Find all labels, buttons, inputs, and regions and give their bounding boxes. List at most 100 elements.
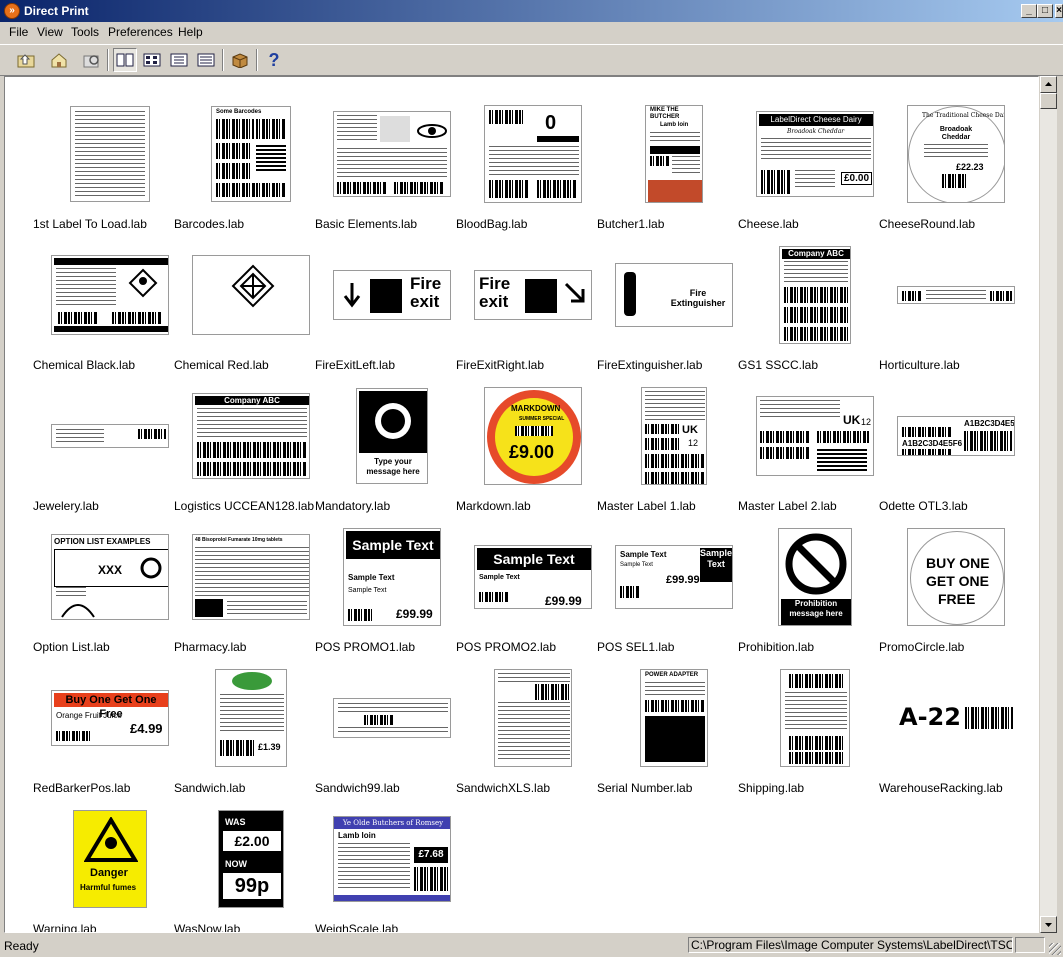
label-file-name: POS PROMO2.lab bbox=[456, 640, 557, 654]
menu-preferences[interactable]: Preferences bbox=[108, 25, 173, 39]
folder-search-icon bbox=[83, 55, 99, 68]
status-text: Ready bbox=[4, 939, 39, 953]
label-file-item[interactable]: MIKE THE BUTCHER Lamb loin Butcher1.lab bbox=[595, 95, 736, 236]
label-preview: Type your message here bbox=[313, 377, 454, 495]
label-file-item[interactable]: Sample Text Sample Text £99.99 POS PROMO2.l… bbox=[454, 518, 595, 659]
label-file-item[interactable]: A1B2C3D4E5F6 A1B2C3D4E5F6 Odette OTL3.lab bbox=[877, 377, 1018, 518]
maximize-button[interactable]: □ bbox=[1037, 4, 1053, 18]
view-details-button[interactable] bbox=[194, 48, 218, 72]
label-file-item[interactable]: Type your message here Mandatory.lab bbox=[313, 377, 454, 518]
preview-text: MIKE THE BUTCHER bbox=[650, 107, 680, 120]
preview-text: £1.39 bbox=[258, 742, 281, 752]
label-file-name: SandwichXLS.lab bbox=[456, 781, 551, 795]
label-file-item[interactable]: 1st Label To Load.lab bbox=[31, 95, 172, 236]
preview-text: Company ABC bbox=[195, 396, 309, 405]
resize-grip[interactable] bbox=[1049, 943, 1061, 955]
view-small-icons-button[interactable] bbox=[140, 48, 164, 72]
label-file-name: Chemical Red.lab bbox=[174, 358, 269, 372]
preview-text: £22.23 bbox=[956, 162, 984, 172]
label-file-item[interactable]: Sample Text Sample Text Sample Text £99.99 P… bbox=[595, 518, 736, 659]
minimize-button[interactable]: _ bbox=[1021, 4, 1037, 18]
preview-text: FREE bbox=[938, 591, 976, 607]
package-button[interactable] bbox=[228, 48, 252, 72]
menu-tools[interactable]: Tools bbox=[71, 25, 99, 39]
label-file-item[interactable]: Jewelery.lab bbox=[31, 377, 172, 518]
label-preview bbox=[31, 377, 172, 495]
label-preview: Sample Text Sample Text Sample Text £99.99 bbox=[595, 518, 736, 636]
label-file-list[interactable]: 1st Label To Load.lab Some Barcodes Barcod… bbox=[4, 76, 1039, 933]
view-large-icons-button[interactable] bbox=[113, 48, 137, 72]
label-preview bbox=[31, 236, 172, 354]
close-button[interactable]: × bbox=[1055, 4, 1063, 18]
label-file-item[interactable]: Chemical Black.lab bbox=[31, 236, 172, 377]
preview-text: A-22 bbox=[899, 703, 961, 731]
label-file-item[interactable]: The Traditional Cheese Dairy Broadoak Che… bbox=[877, 95, 1018, 236]
label-file-item[interactable]: 0 BloodBag.lab bbox=[454, 95, 595, 236]
preview-text: UK bbox=[682, 424, 698, 436]
label-file-item[interactable]: Sandwich99.lab bbox=[313, 659, 454, 800]
large-icons-icon bbox=[116, 53, 134, 67]
label-file-item[interactable]: UK 12 Master Label 1.lab bbox=[595, 377, 736, 518]
label-file-item[interactable]: Ye Olde Butchers of Romsey Lamb loin £7.68… bbox=[313, 800, 454, 932]
preview-text: 12 bbox=[688, 438, 699, 448]
label-preview: 48 Bisoprolol Fumarate 10mg tablets bbox=[172, 518, 313, 636]
label-file-item[interactable]: £1.39 Sandwich.lab bbox=[172, 659, 313, 800]
help-icon: ? bbox=[268, 49, 280, 70]
view-list-button[interactable] bbox=[167, 48, 191, 72]
preview-text: Sample Text bbox=[346, 531, 440, 559]
label-file-item[interactable]: Danger Harmful fumes Warning.lab bbox=[31, 800, 172, 932]
label-file-item[interactable]: Buy One Get One Free Orange Fruit Juice £4… bbox=[31, 659, 172, 800]
label-file-item[interactable]: Chemical Red.lab bbox=[172, 236, 313, 377]
label-file-item[interactable]: Company ABC Logistics UCCEAN128.lab bbox=[172, 377, 314, 518]
label-file-item[interactable]: POWER ADAPTER Serial Number.lab bbox=[595, 659, 736, 800]
label-file-name: Master Label 1.lab bbox=[597, 499, 696, 513]
preview-text: A1B2C3D4E5F6 bbox=[902, 439, 963, 448]
label-file-item[interactable]: Sample Text Sample Text Sample Text £99.99 P… bbox=[313, 518, 454, 659]
label-file-item[interactable]: Some Barcodes Barcodes.lab bbox=[172, 95, 313, 236]
help-button[interactable]: ? bbox=[262, 48, 286, 72]
label-preview: UK 12 bbox=[736, 377, 877, 495]
label-file-item[interactable]: Basic Elements.lab bbox=[313, 95, 454, 236]
label-file-item[interactable]: Company ABC GS1 SSCC.lab bbox=[736, 236, 877, 377]
label-preview: Company ABC bbox=[172, 377, 313, 495]
browse-button[interactable] bbox=[80, 48, 104, 72]
label-file-item[interactable]: Horticulture.lab bbox=[877, 236, 1018, 377]
label-file-item[interactable]: WAS £2.00 NOW 99p WasNow.lab bbox=[172, 800, 313, 932]
preview-text: WAS bbox=[225, 817, 246, 827]
scroll-down-button[interactable] bbox=[1040, 916, 1057, 933]
label-preview: A1B2C3D4E5F6 A1B2C3D4E5F6 bbox=[877, 377, 1018, 495]
menu-view[interactable]: View bbox=[37, 25, 63, 39]
preview-text: LabelDirect Cheese Dairy bbox=[759, 114, 873, 126]
scroll-thumb[interactable] bbox=[1040, 93, 1057, 109]
app-icon[interactable]: » bbox=[4, 3, 20, 19]
label-file-item[interactable]: Shipping.lab bbox=[736, 659, 877, 800]
label-file-item[interactable]: LabelDirect Cheese Dairy Broadoak Cheddar… bbox=[736, 95, 877, 236]
label-file-name: POS SEL1.lab bbox=[597, 640, 675, 654]
label-file-item[interactable]: UK 12 Master Label 2.lab bbox=[736, 377, 877, 518]
label-file-name: FireExitLeft.lab bbox=[315, 358, 396, 372]
label-file-item[interactable]: BUY ONE GET ONE FREE PromoCircle.lab bbox=[877, 518, 1018, 659]
label-file-item[interactable]: OPTION LIST EXAMPLES XXX Option List.lab bbox=[31, 518, 172, 659]
label-file-name: Pharmacy.lab bbox=[174, 640, 247, 654]
label-file-item[interactable]: Fire Extinguisher FireExtinguisher.lab bbox=[595, 236, 736, 377]
label-preview: Sample Text Sample Text Sample Text £99.99 bbox=[313, 518, 454, 636]
label-file-item[interactable]: Prohibition message here Prohibition.lab bbox=[736, 518, 877, 659]
label-file-item[interactable]: SandwichXLS.lab bbox=[454, 659, 595, 800]
menu-help[interactable]: Help bbox=[178, 25, 203, 39]
scroll-up-button[interactable] bbox=[1040, 76, 1057, 93]
home-button[interactable] bbox=[47, 48, 71, 72]
label-file-name: Serial Number.lab bbox=[597, 781, 693, 795]
label-file-item[interactable]: 48 Bisoprolol Fumarate 10mg tablets Pharm… bbox=[172, 518, 313, 659]
menu-bar: File View Tools Preferences Help bbox=[0, 22, 1063, 42]
label-file-item[interactable]: A-22 WarehouseRacking.lab bbox=[877, 659, 1018, 800]
vertical-scrollbar[interactable] bbox=[1040, 76, 1057, 933]
label-file-item[interactable]: MARKDOWN SUMMER SPECIAL £9.00 Markdown.lab bbox=[454, 377, 595, 518]
menu-file[interactable]: File bbox=[9, 25, 28, 39]
preview-text: £99.99 bbox=[666, 574, 700, 586]
label-file-item[interactable]: Fire exit FireExitRight.lab bbox=[454, 236, 595, 377]
preview-text: 12 bbox=[861, 417, 872, 427]
up-folder-button[interactable] bbox=[14, 48, 38, 72]
preview-text: XXX bbox=[98, 563, 123, 577]
status-panel bbox=[1015, 937, 1045, 953]
label-file-item[interactable]: Fire exit FireExitLeft.lab bbox=[313, 236, 454, 377]
